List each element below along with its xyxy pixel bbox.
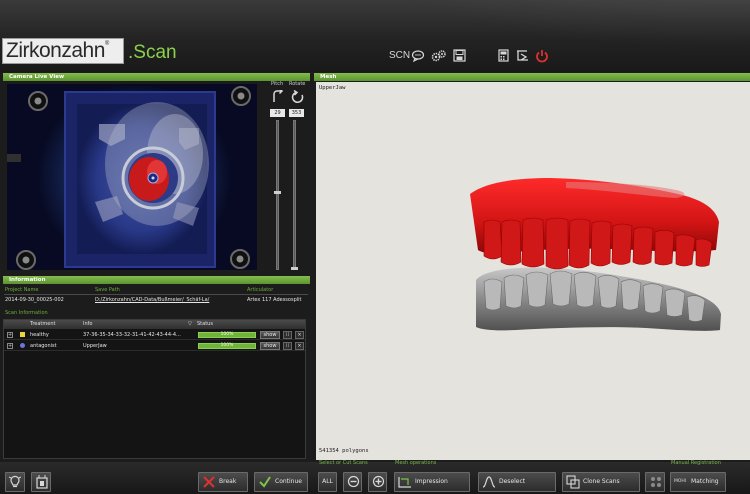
curve-icon xyxy=(482,476,496,488)
info-divider xyxy=(4,294,308,295)
clone-scans-label: Clone Scans xyxy=(583,478,620,485)
expand-icon[interactable]: + xyxy=(7,332,13,338)
impression-label: Impression xyxy=(415,478,448,485)
deselect-label: Deselect xyxy=(499,478,526,485)
camera-live-view[interactable] xyxy=(7,84,257,270)
scan-table-header: Treatment Info ▽ Status xyxy=(4,320,305,329)
calculator-icon[interactable] xyxy=(498,49,509,63)
pitch-value[interactable]: 29 xyxy=(270,109,285,117)
information-panel-header: Information xyxy=(3,276,310,284)
articulator-value: Artex 117 Adessosplit xyxy=(247,297,302,303)
pitch-rotate-controls: Pitch Rotate 29 353 xyxy=(262,78,310,272)
show-button[interactable]: show xyxy=(260,331,280,339)
app-logo: Zirkonzahn® xyxy=(2,38,124,64)
scan-info-label: Scan Information xyxy=(5,310,48,316)
pitch-arrow-icon[interactable] xyxy=(271,88,285,106)
close-icon[interactable]: × xyxy=(295,342,304,350)
logo-registered: ® xyxy=(104,41,109,47)
show-button[interactable]: show xyxy=(260,342,280,350)
select-cut-label: Select or Cut Scans xyxy=(319,460,368,466)
break-button[interactable]: Break xyxy=(198,472,248,492)
info-cell: UpperJaw xyxy=(83,343,107,349)
rotate-arrow-icon[interactable] xyxy=(291,89,305,106)
column-info[interactable]: Info xyxy=(83,320,92,329)
gears-icon[interactable] xyxy=(431,49,447,63)
dental-model-3d xyxy=(470,178,721,331)
clone-scans-button[interactable]: Clone Scans xyxy=(562,472,640,492)
deselect-button[interactable]: Deselect xyxy=(478,472,556,492)
matching-button[interactable]: MOHI Matching xyxy=(670,472,726,492)
continue-button[interactable]: Continue xyxy=(254,472,308,492)
sort-chevron-icon[interactable]: ▽ xyxy=(188,320,192,329)
treatment-cell: healthy xyxy=(30,332,49,338)
status-progress-bar: 100% xyxy=(198,343,256,349)
select-all-button[interactable]: ALL xyxy=(318,472,337,492)
mesh-viewport[interactable]: UpperJaw 541354 polygons xyxy=(316,82,750,460)
chat-icon[interactable] xyxy=(411,49,425,63)
mesh-operations-label: Mesh operations xyxy=(395,460,437,466)
pattern-button[interactable] xyxy=(645,472,665,492)
scn-button[interactable]: SCN xyxy=(389,49,410,63)
impression-icon xyxy=(398,477,411,488)
clone-icon xyxy=(566,475,580,489)
scan-table: Treatment Info ▽ Status + healthy 37-36-… xyxy=(3,319,306,459)
export-icon[interactable] xyxy=(515,49,530,63)
close-icon[interactable]: × xyxy=(295,331,304,339)
lightbulb-icon xyxy=(9,475,21,488)
matching-label: Matching xyxy=(691,478,719,485)
grid-icon[interactable]: ⁞⁞ xyxy=(283,331,292,339)
rotate-slider[interactable] xyxy=(291,120,298,270)
mesh-panel-header: Mesh xyxy=(314,73,750,81)
lightbulb-button[interactable] xyxy=(5,472,25,492)
save-path-label: Save Path xyxy=(95,287,120,293)
column-status[interactable]: Status xyxy=(197,320,213,329)
status-progress-bar: 100% xyxy=(198,332,256,338)
table-row[interactable]: + antagonist UpperJaw 100% show ⁞⁞ × xyxy=(4,341,305,351)
power-icon[interactable] xyxy=(535,49,549,63)
break-label: Break xyxy=(219,478,237,485)
top-bar: Zirkonzahn® .Scan SCN xyxy=(0,0,750,72)
scanner-button[interactable] xyxy=(31,472,51,492)
zoom-in-button[interactable] xyxy=(368,472,387,492)
impression-button[interactable]: Impression xyxy=(394,472,470,492)
pattern-icon xyxy=(651,477,661,487)
info-cell: 37-36-35-34-33-32-31-41-42-43-44-4... xyxy=(83,332,181,338)
camera-image xyxy=(7,84,257,270)
treatment-cell: antagonist xyxy=(30,343,57,349)
grid-icon[interactable]: ⁞⁞ xyxy=(283,342,292,350)
select-all-label: ALL xyxy=(322,478,333,485)
rotate-label: Rotate xyxy=(289,81,306,87)
minus-circle-icon xyxy=(347,475,360,488)
save-icon[interactable] xyxy=(453,49,466,63)
zoom-out-button[interactable] xyxy=(343,472,362,492)
logo-suffix: .Scan xyxy=(128,42,177,63)
table-row[interactable]: + healthy 37-36-35-34-33-32-31-41-42-43-… xyxy=(4,330,305,340)
pitch-slider[interactable] xyxy=(274,120,281,270)
manual-registration-label: Manual Registration xyxy=(671,460,721,466)
pitch-label: Pitch xyxy=(271,81,284,87)
scanner-icon xyxy=(36,475,48,489)
project-name-label: Project Name xyxy=(5,287,39,293)
rotate-value[interactable]: 353 xyxy=(289,109,304,117)
plus-circle-icon xyxy=(372,475,385,488)
project-name-value: 2014-09-30_00025-002 xyxy=(5,297,64,303)
cross-icon xyxy=(203,476,215,488)
logo-text: Zirkonzahn xyxy=(6,39,105,62)
continue-label: Continue xyxy=(275,478,302,485)
pitch-slider-thumb[interactable] xyxy=(274,191,281,194)
expand-icon[interactable]: + xyxy=(7,343,13,349)
rotate-slider-thumb[interactable] xyxy=(291,267,298,270)
articulator-label: Articulator xyxy=(247,287,274,293)
save-path-link[interactable]: D:/Zirkonzahn/CAD-Data/Bußmeier/_Schäf-L… xyxy=(95,297,209,303)
color-swatch-icon xyxy=(20,343,25,348)
column-treatment[interactable]: Treatment xyxy=(30,320,55,329)
checkmark-icon xyxy=(259,476,271,488)
color-swatch-icon xyxy=(20,332,25,337)
matching-icon: MOHI xyxy=(674,479,687,484)
